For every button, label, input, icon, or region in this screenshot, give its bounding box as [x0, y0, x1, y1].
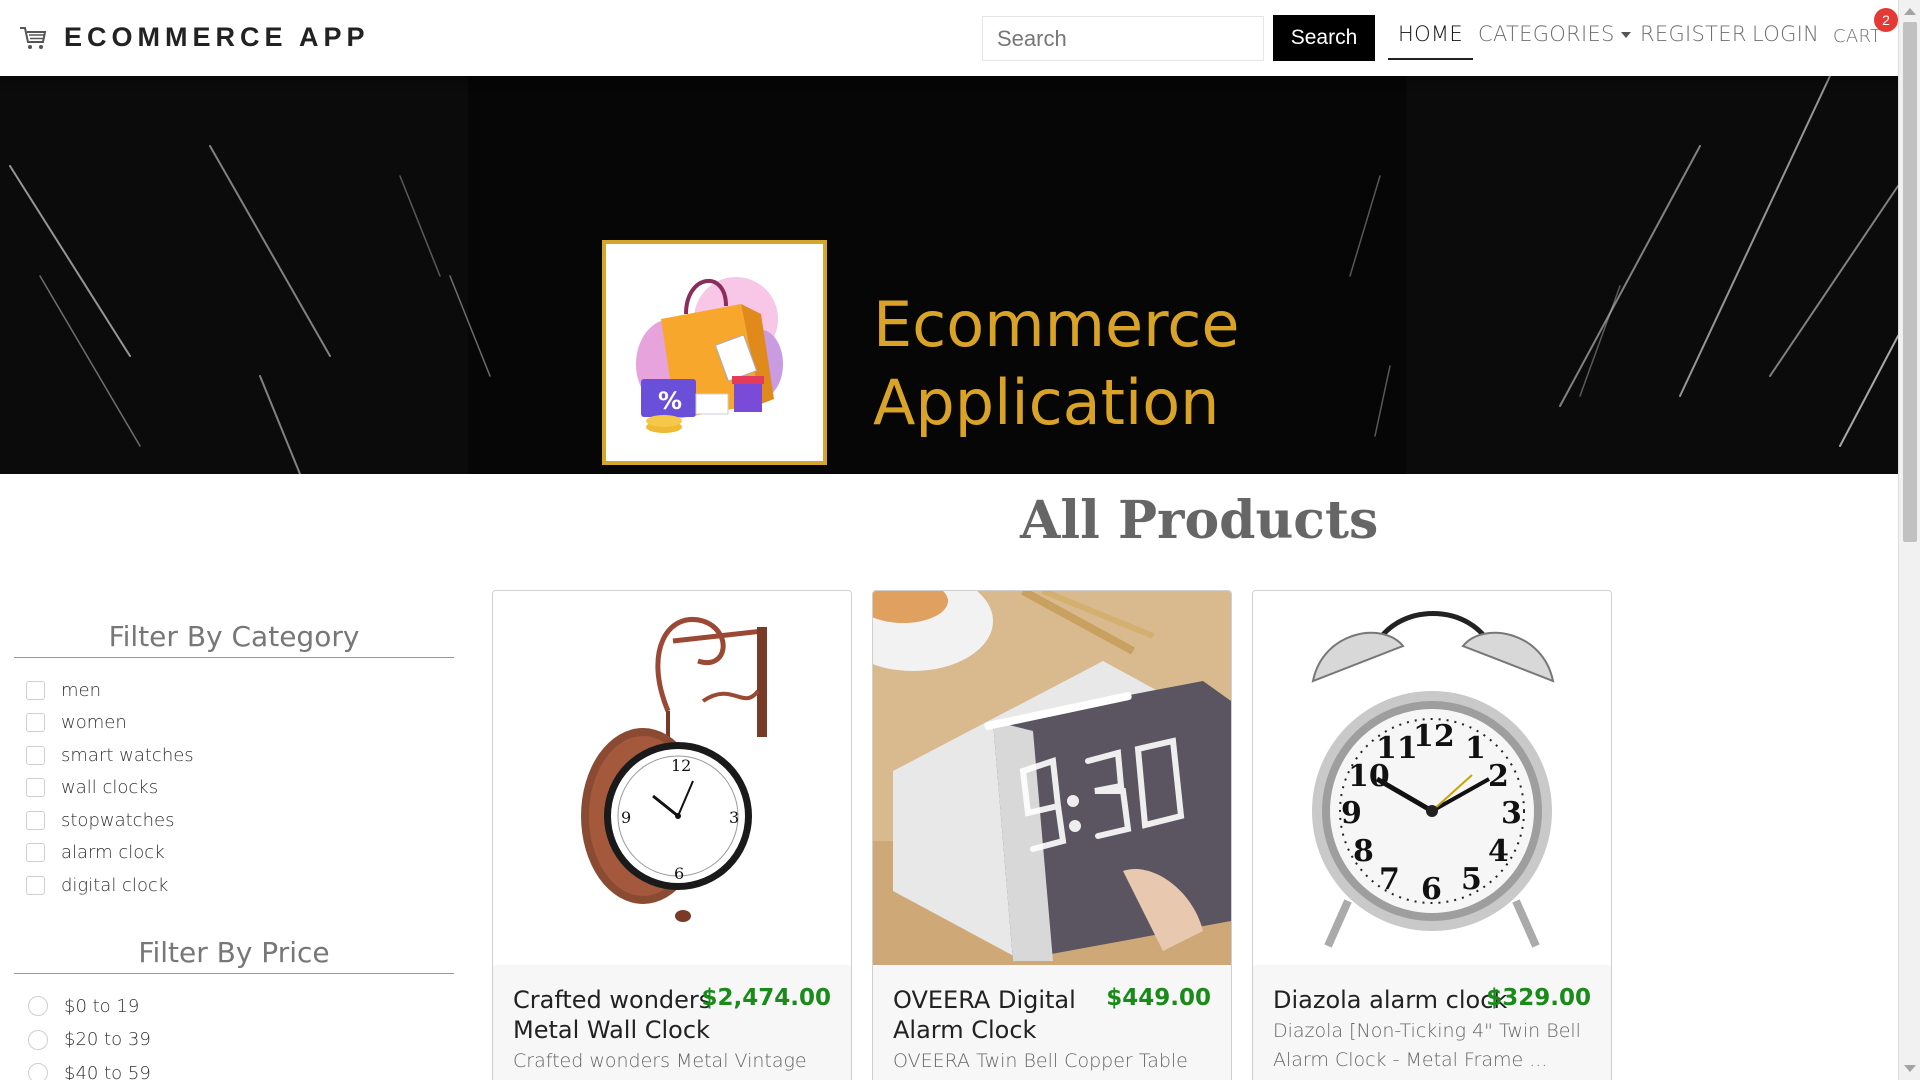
- price-option[interactable]: $0 to 19: [14, 990, 454, 1024]
- svg-text:3: 3: [1501, 796, 1522, 831]
- price-label: $0 to 19: [64, 995, 140, 1017]
- category-option[interactable]: alarm clock: [14, 837, 454, 870]
- category-option[interactable]: stopwatches: [14, 804, 454, 837]
- scroll-down-arrow-icon[interactable]: [1904, 1065, 1916, 1072]
- product-image[interactable]: 12 1 2 3 4 5 6 7 8 9 10 11: [1253, 591, 1611, 965]
- svg-text:3: 3: [729, 808, 739, 827]
- category-label: women: [61, 712, 127, 734]
- search-input[interactable]: [982, 16, 1264, 61]
- hero-title-line1: Ecommerce: [873, 288, 1240, 361]
- caret-down-icon: [1620, 32, 1631, 38]
- checkbox[interactable]: [26, 680, 45, 700]
- product-card[interactable]: 12 1 2 3 4 5 6 7 8 9 10 11 Diazola alarm…: [1252, 590, 1612, 1080]
- product-price: $2,474.00: [701, 985, 832, 1011]
- product-card[interactable]: 12 3 6 9 Crafted wonders Metal Wall Cloc…: [492, 590, 852, 1080]
- product-name: OVEERA Digital Alarm Clock: [893, 986, 1076, 1044]
- price-option[interactable]: $40 to 59: [14, 1057, 454, 1080]
- category-label: alarm clock: [61, 842, 165, 864]
- hero-banner: % Ecommerce Application: [0, 76, 1898, 474]
- wall-clock-image: 12 3 6 9: [581, 617, 767, 922]
- svg-text:6: 6: [674, 864, 684, 883]
- product-card-body: Crafted wonders Metal Wall Clock $2,474.…: [493, 965, 851, 1080]
- category-label: wall clocks: [61, 777, 159, 799]
- radio-button[interactable]: [28, 996, 48, 1017]
- product-description: OVEERA Twin Bell Copper Table: [893, 1050, 1188, 1072]
- svg-text:12: 12: [1413, 719, 1455, 754]
- checkbox[interactable]: [26, 875, 45, 895]
- price-label: $40 to 59: [64, 1062, 151, 1080]
- svg-text:9: 9: [1341, 796, 1362, 831]
- product-image[interactable]: [873, 591, 1231, 965]
- product-price: $329.00: [1486, 985, 1591, 1011]
- category-label: stopwatches: [61, 809, 175, 831]
- product-name: Crafted wonders Metal Wall Clock: [513, 986, 712, 1044]
- svg-text:1: 1: [1465, 731, 1486, 766]
- nav-register[interactable]: REGISTER: [1640, 22, 1747, 46]
- category-option[interactable]: women: [14, 707, 454, 740]
- product-card-body: OVEERA Digital Alarm Clock $449.00 OVEER…: [873, 965, 1231, 1080]
- checkbox[interactable]: [26, 778, 45, 798]
- nav-categories-label: CATEGORIES: [1478, 22, 1615, 46]
- svg-text:11: 11: [1376, 731, 1418, 766]
- product-description: Diazola [Non-Ticking 4" Twin Bell Alarm …: [1273, 1020, 1581, 1071]
- price-filter-heading: Filter By Price: [14, 936, 454, 974]
- nav-home[interactable]: HOME: [1388, 22, 1473, 60]
- shopping-bag-icon: %: [636, 277, 783, 433]
- category-label: smart watches: [61, 744, 194, 766]
- digital-clock-image: [873, 591, 1231, 965]
- price-option[interactable]: $20 to 39: [14, 1023, 454, 1057]
- alarm-clock-image: 12 1 2 3 4 5 6 7 8 9 10 11: [1311, 611, 1555, 948]
- svg-text:7: 7: [1379, 862, 1400, 897]
- svg-text:8: 8: [1353, 834, 1374, 869]
- navbar: ECOMMERCE APP Search HOME CATEGORIES REG…: [0, 0, 1898, 76]
- scrollbar[interactable]: [1898, 0, 1920, 1080]
- category-filter-heading: Filter By Category: [14, 620, 454, 658]
- svg-text:%: %: [658, 387, 682, 415]
- nav-login[interactable]: LOGIN: [1752, 22, 1819, 46]
- nav-cart[interactable]: CART: [1833, 26, 1881, 47]
- page-title: All Products: [1020, 490, 1379, 551]
- svg-text:6: 6: [1421, 872, 1442, 907]
- svg-text:5: 5: [1461, 862, 1482, 897]
- hero-logo: %: [602, 240, 827, 465]
- checkbox[interactable]: [26, 745, 45, 765]
- category-option[interactable]: digital clock: [14, 869, 454, 902]
- price-filter-list: $0 to 19 $20 to 39 $40 to 59: [14, 990, 454, 1080]
- hero-title: Ecommerce Application: [873, 286, 1240, 442]
- price-label: $20 to 39: [64, 1029, 151, 1051]
- filter-sidebar: Filter By Category men women smart watch…: [14, 620, 454, 1080]
- page: ECOMMERCE APP Search HOME CATEGORIES REG…: [0, 0, 1920, 1080]
- shopping-cart-icon: [20, 26, 47, 49]
- product-name: Diazola alarm clock: [1273, 986, 1508, 1014]
- hero-title-line2: Application: [873, 366, 1220, 439]
- checkbox[interactable]: [26, 810, 45, 830]
- nav-categories[interactable]: CATEGORIES: [1478, 22, 1631, 46]
- category-option[interactable]: wall clocks: [14, 772, 454, 805]
- category-filter-list: men women smart watches wall clocks stop…: [14, 674, 454, 902]
- product-description: Crafted wonders Metal Vintage: [513, 1050, 807, 1072]
- category-label: men: [61, 679, 102, 701]
- radio-button[interactable]: [28, 1029, 48, 1050]
- category-label: digital clock: [61, 874, 169, 896]
- svg-text:2: 2: [1488, 759, 1509, 794]
- cart-count-badge: 2: [1874, 8, 1898, 32]
- svg-text:4: 4: [1488, 834, 1509, 869]
- product-card[interactable]: OVEERA Digital Alarm Clock $449.00 OVEER…: [872, 590, 1232, 1080]
- product-image[interactable]: 12 3 6 9: [493, 591, 851, 965]
- brand[interactable]: ECOMMERCE APP: [18, 22, 370, 53]
- scroll-up-arrow-icon[interactable]: [1904, 8, 1916, 15]
- brand-title: ECOMMERCE APP: [64, 22, 370, 52]
- scroll-thumb[interactable]: [1903, 22, 1917, 542]
- category-option[interactable]: smart watches: [14, 739, 454, 772]
- product-card-body: Diazola alarm clock $329.00 Diazola [Non…: [1253, 965, 1611, 1080]
- svg-text:9: 9: [621, 808, 631, 827]
- checkbox[interactable]: [26, 843, 45, 863]
- category-option[interactable]: men: [14, 674, 454, 707]
- search-button[interactable]: Search: [1273, 15, 1375, 61]
- checkbox[interactable]: [26, 713, 45, 733]
- radio-button[interactable]: [28, 1063, 48, 1080]
- product-price: $449.00: [1106, 985, 1211, 1011]
- svg-text:12: 12: [671, 756, 691, 775]
